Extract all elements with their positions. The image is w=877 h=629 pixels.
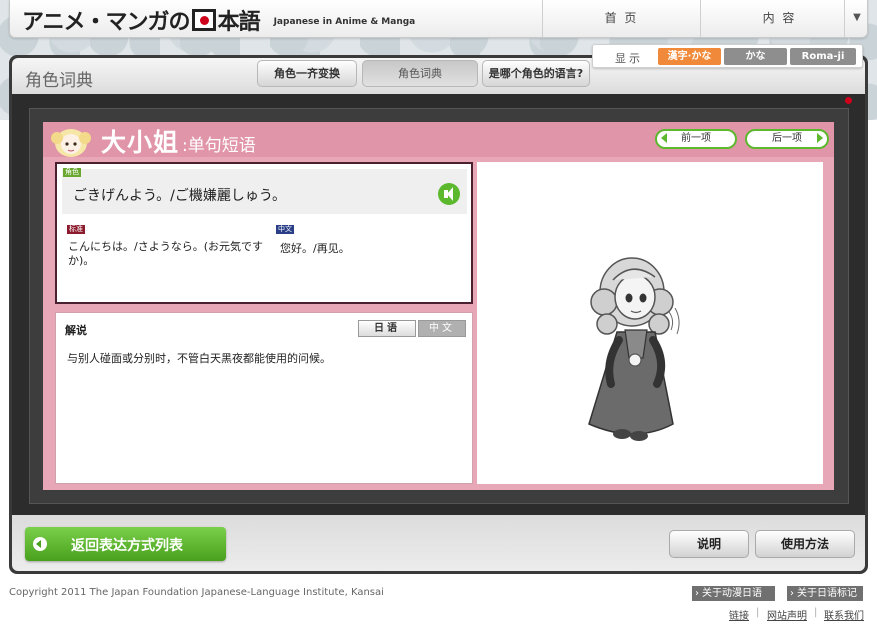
- japan-flag-icon: [191, 9, 216, 31]
- nav-dropdown-icon[interactable]: ▼: [844, 0, 869, 37]
- footer-separator: |: [814, 607, 818, 618]
- chinese-button[interactable]: 中文: [418, 320, 466, 337]
- back-to-list-label: 返回表达方式列表: [71, 538, 183, 554]
- nav-contents[interactable]: 内 容: [700, 0, 858, 37]
- explanation-title: 解说: [65, 324, 87, 337]
- tab-character-dictionary[interactable]: 角色词典: [362, 60, 478, 87]
- display-kana-button[interactable]: かな: [724, 48, 787, 65]
- japanese-button[interactable]: 日语: [358, 320, 416, 337]
- standard-tag: 标准: [67, 225, 85, 234]
- entry-panel: 大小姐 :单句短语 前一项 后一项 ごきげんよう。/ご機嫌麗しゅう。 角色 标准…: [43, 122, 834, 490]
- next-button[interactable]: 后一项: [745, 129, 829, 149]
- tab-whose-language[interactable]: 是哪个角色的语言?: [482, 60, 590, 87]
- character-name: 大小姐: [101, 128, 180, 157]
- logo-subtitle: Japanese in Anime & Manga: [273, 17, 416, 27]
- phrase-box: ごきげんよう。/ご機嫌麗しゅう。 角色 标准 こんにちは。/さようなら。(お元気…: [55, 162, 473, 304]
- character-avatar-icon: [51, 129, 91, 157]
- back-arrow-icon: [33, 537, 47, 551]
- copyright: Copyright 2011 The Japan Foundation Japa…: [9, 587, 384, 598]
- footer-link-links[interactable]: 链接: [729, 607, 749, 622]
- tab-character-swap[interactable]: 角色一齐变换: [257, 60, 357, 87]
- logo-text-right: 本語: [217, 10, 261, 35]
- nav-home[interactable]: 首 页: [542, 0, 700, 37]
- character-illustration-icon: [588, 257, 680, 441]
- about-japanese-notation-link[interactable]: 关于日语标记: [787, 586, 863, 601]
- entry-type-label: :单句短语: [182, 136, 256, 156]
- explanation-text: 与别人碰面或分别时，不管白天黑夜都能使用的问候。: [67, 352, 331, 365]
- footer-link-contact[interactable]: 联系我们: [824, 607, 864, 622]
- logo-text-left: アニメ・マンガの: [22, 10, 191, 35]
- display-romaji-button[interactable]: Roma-ji: [790, 48, 856, 65]
- back-to-list-button[interactable]: 返回表达方式列表: [25, 527, 226, 561]
- footer-link-disclaimer[interactable]: 网站声明: [767, 607, 807, 622]
- phrase-text: ごきげんよう。/ご機嫌麗しゅう。: [73, 188, 287, 204]
- section-title: 角色词典: [25, 71, 93, 91]
- arrow-right-icon: [817, 133, 823, 143]
- display-options: 显示 漢字·かな かな Roma-ji: [592, 44, 863, 68]
- next-label: 后一项: [772, 133, 802, 144]
- display-kanji-kana-button[interactable]: 漢字·かな: [658, 48, 721, 65]
- site-logo[interactable]: アニメ・マンガの 本語 Japanese in Anime & Manga: [22, 4, 415, 36]
- site-header: アニメ・マンガの 本語 Japanese in Anime & Manga 首 …: [9, 0, 868, 38]
- chinese-translation: 您好。/再见。: [280, 242, 350, 255]
- speaker-icon[interactable]: [438, 183, 460, 205]
- explanation-box: 解说 日语 中文 与别人碰面或分别时，不管白天黑夜都能使用的问候。: [55, 312, 473, 484]
- main-frame: 角色词典 角色一齐变换 角色词典 是哪个角色的语言? 大小姐 :单句短语 前一项: [9, 55, 868, 574]
- display-label: 显示: [615, 52, 643, 65]
- character-image-panel: [477, 162, 823, 484]
- previous-label: 前一项: [681, 133, 711, 144]
- arrow-left-icon: [661, 133, 667, 143]
- footer-separator: |: [756, 607, 760, 618]
- entry-header: 大小姐 :单句短语 前一项 后一项: [43, 122, 834, 157]
- indicator-dot-icon: [845, 97, 852, 104]
- help-button[interactable]: 说明: [669, 530, 749, 558]
- bottom-bar: 返回表达方式列表 说明 使用方法: [12, 515, 865, 571]
- about-anime-japanese-link[interactable]: 关于动漫日语: [692, 586, 775, 601]
- usage-button[interactable]: 使用方法: [755, 530, 855, 558]
- chinese-tag: 中文: [276, 225, 294, 234]
- standard-text: こんにちは。/さようなら。(お元気ですか)。: [68, 240, 263, 267]
- role-tag: 角色: [63, 168, 81, 177]
- phrase-bar: ごきげんよう。/ご機嫌麗しゅう。: [62, 169, 467, 214]
- previous-button[interactable]: 前一项: [655, 129, 737, 149]
